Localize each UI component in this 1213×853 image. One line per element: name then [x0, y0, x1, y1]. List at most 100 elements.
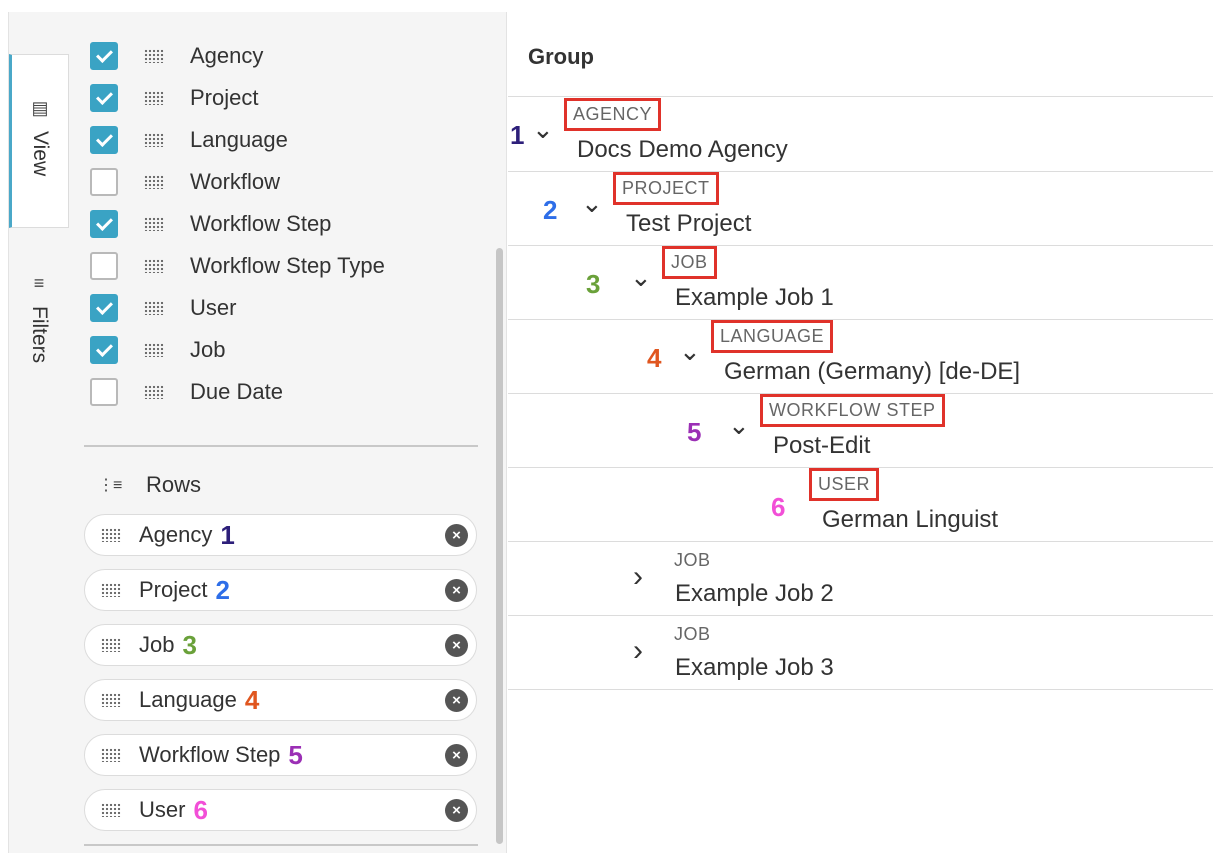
- group-tree: Group 1 ⌄ AGENCY Docs Demo Agency 2 ⌄ PROJECT T…: [508, 12, 1213, 853]
- tree-node[interactable]: 5 ⌄ WORKFLOW STEP Post-Edit: [508, 394, 1213, 468]
- chevron-down-icon[interactable]: ⌄: [630, 262, 652, 293]
- row-separator: [508, 689, 1213, 690]
- column-item[interactable]: Language: [90, 125, 288, 155]
- row-group-pill[interactable]: Agency 1 ×: [84, 514, 477, 556]
- tree-node[interactable]: 2 ⌄ PROJECT Test Project: [508, 172, 1213, 246]
- drag-handle-icon[interactable]: [144, 301, 164, 315]
- row-group-pill[interactable]: Language 4 ×: [84, 679, 477, 721]
- group-type-label: LANGUAGE: [711, 320, 834, 353]
- column-label: Workflow: [190, 169, 281, 194]
- column-checkbox[interactable]: [90, 294, 118, 322]
- drag-handle-icon[interactable]: [101, 803, 121, 817]
- tab-view-label: View: [29, 131, 52, 177]
- panel-scrollbar[interactable]: [496, 248, 503, 844]
- column-checkbox[interactable]: [90, 336, 118, 364]
- level-number: 2: [543, 195, 558, 225]
- group-value: Example Job 2: [675, 580, 834, 607]
- tree-node[interactable]: 3 ⌄ JOB Example Job 1: [508, 246, 1213, 320]
- column-checkbox[interactable]: [90, 252, 118, 280]
- drag-handle-icon[interactable]: [144, 259, 164, 273]
- group-type-label: JOB: [662, 246, 717, 279]
- group-type-label: AGENCY: [564, 98, 662, 131]
- group-value: Example Job 1: [675, 284, 834, 311]
- column-item[interactable]: Workflow Step: [90, 209, 331, 239]
- drag-handle-icon[interactable]: [144, 91, 164, 105]
- drag-handle-icon[interactable]: [144, 49, 164, 63]
- column-item[interactable]: Due Date: [90, 377, 283, 407]
- group-value: German Linguist: [822, 506, 999, 533]
- row-group-label: Job: [139, 632, 175, 657]
- tree-node[interactable]: › JOB Example Job 2: [508, 542, 1213, 616]
- remove-icon[interactable]: ×: [445, 634, 468, 657]
- column-item[interactable]: Workflow: [90, 167, 280, 197]
- level-number: 5: [687, 417, 702, 447]
- level-number: 3: [586, 269, 601, 299]
- row-group-pill[interactable]: Job 3 ×: [84, 624, 477, 666]
- remove-icon[interactable]: ×: [445, 579, 468, 602]
- column-item[interactable]: Job: [90, 335, 225, 365]
- rows-list-icon: ⋮≡: [98, 477, 122, 494]
- tab-filters-label: Filters: [28, 306, 51, 364]
- row-group-pill[interactable]: Workflow Step 5 ×: [84, 734, 477, 776]
- row-group-pill[interactable]: Project 2 ×: [84, 569, 477, 611]
- table-icon: ▤: [31, 98, 49, 118]
- remove-icon[interactable]: ×: [445, 689, 468, 712]
- column-label: Project: [190, 85, 259, 110]
- rows-section-header: ⋮≡ Rows: [98, 472, 201, 498]
- row-group-order-number: 2: [215, 574, 230, 605]
- row-group-order-number: 4: [244, 684, 260, 715]
- column-item[interactable]: Project: [90, 83, 258, 113]
- tree-node[interactable]: 1 ⌄ AGENCY Docs Demo Agency: [508, 98, 1213, 172]
- drag-handle-icon[interactable]: [101, 583, 121, 597]
- chevron-right-icon[interactable]: ›: [633, 636, 643, 666]
- level-number: 1: [510, 120, 525, 150]
- divider: [84, 445, 478, 447]
- drag-handle-icon[interactable]: [101, 693, 121, 707]
- drag-handle-icon[interactable]: [144, 217, 164, 231]
- group-type-label: JOB: [674, 550, 711, 570]
- drag-handle-icon[interactable]: [101, 528, 121, 542]
- group-value: Docs Demo Agency: [577, 136, 788, 163]
- tree-node[interactable]: › JOB Example Job 3: [508, 616, 1213, 690]
- level-number: 4: [647, 343, 662, 373]
- remove-icon[interactable]: ×: [445, 524, 468, 547]
- chevron-down-icon[interactable]: ⌄: [728, 410, 750, 441]
- column-label: Due Date: [190, 379, 283, 404]
- column-item[interactable]: Workflow Step Type: [90, 251, 385, 281]
- column-checkbox[interactable]: [90, 378, 118, 406]
- drag-handle-icon[interactable]: [144, 133, 164, 147]
- drag-handle-icon[interactable]: [144, 343, 164, 357]
- chevron-down-icon[interactable]: ⌄: [532, 114, 554, 145]
- tab-view[interactable]: ▤ View: [9, 54, 69, 228]
- tree-node[interactable]: 4 ⌄ LANGUAGE German (Germany) [de-DE]: [508, 320, 1213, 394]
- remove-icon[interactable]: ×: [445, 799, 468, 822]
- row-group-label: User: [139, 797, 186, 822]
- divider: [84, 844, 478, 846]
- row-group-order-number: 5: [288, 739, 303, 770]
- chevron-right-icon[interactable]: ›: [633, 562, 643, 592]
- remove-icon[interactable]: ×: [445, 744, 468, 767]
- row-group-order-number: 1: [220, 519, 235, 550]
- column-checkbox[interactable]: [90, 210, 118, 238]
- row-group-label: Project: [139, 577, 208, 602]
- row-group-label: Language: [139, 687, 237, 712]
- column-item[interactable]: Agency: [90, 41, 263, 71]
- column-checkbox[interactable]: [90, 84, 118, 112]
- drag-handle-icon[interactable]: [144, 385, 164, 399]
- column-label: Workflow Step: [190, 211, 332, 236]
- group-value: Post-Edit: [773, 432, 871, 459]
- drag-handle-icon[interactable]: [144, 175, 164, 189]
- group-column-header: Group: [528, 44, 594, 69]
- tree-node[interactable]: 6 USER German Linguist: [508, 468, 1213, 542]
- column-checkbox[interactable]: [90, 42, 118, 70]
- column-label: Workflow Step Type: [190, 253, 385, 278]
- row-group-pill[interactable]: User 6 ×: [84, 789, 477, 831]
- chevron-down-icon[interactable]: ⌄: [679, 336, 701, 367]
- tab-filters[interactable]: ≡ Filters: [9, 270, 69, 390]
- column-item[interactable]: User: [90, 293, 236, 323]
- column-checkbox[interactable]: [90, 168, 118, 196]
- drag-handle-icon[interactable]: [101, 748, 121, 762]
- chevron-down-icon[interactable]: ⌄: [581, 188, 603, 219]
- column-checkbox[interactable]: [90, 126, 118, 154]
- drag-handle-icon[interactable]: [101, 638, 121, 652]
